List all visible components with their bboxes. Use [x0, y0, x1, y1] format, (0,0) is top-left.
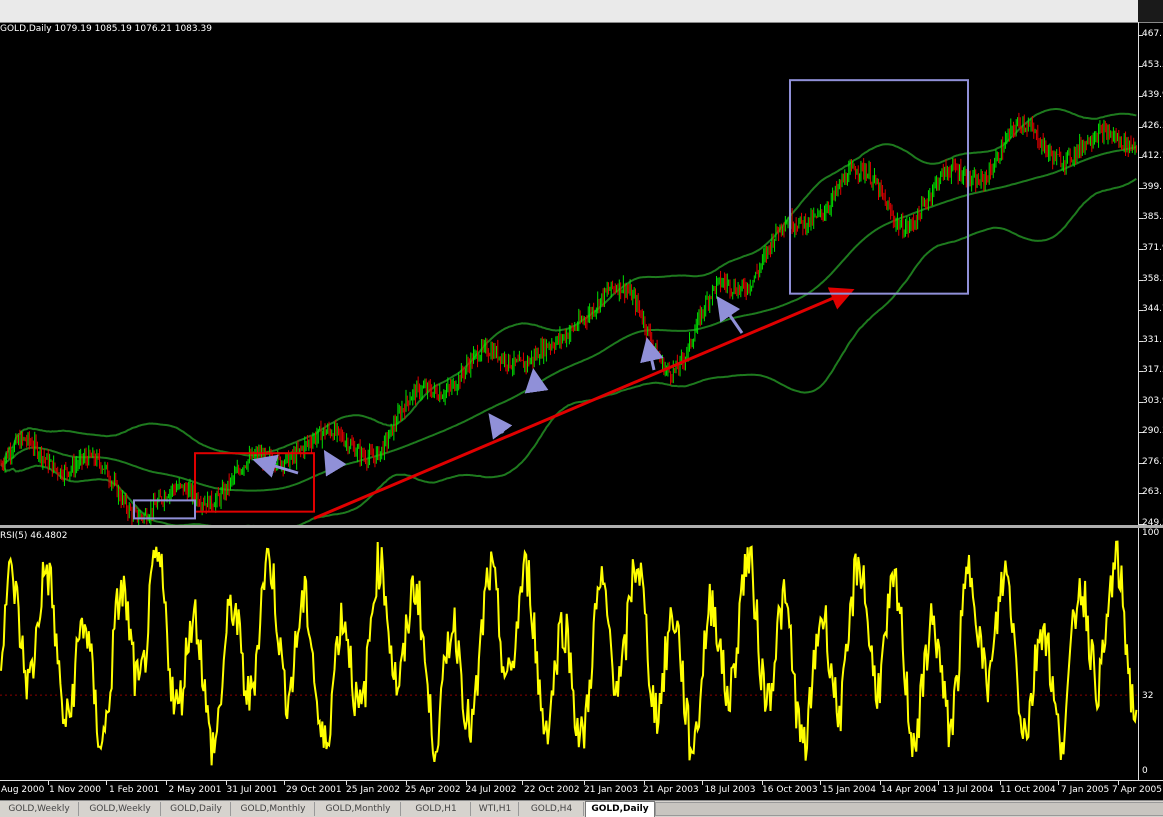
price-axis-label: 358.3	[1142, 273, 1163, 284]
price-axis-label: 303.9	[1142, 395, 1163, 406]
price-axis-label: 439.9	[1142, 90, 1163, 101]
time-axis-label: 31 Jul 2001	[226, 785, 278, 795]
chart-tab[interactable]: GOLD,H1	[402, 802, 471, 816]
time-axis-label: 7 Jan 2005	[1061, 785, 1110, 795]
rsi-axis[interactable]: 100 32 0	[1138, 528, 1163, 780]
rsi-axis-label: 0	[1142, 766, 1148, 776]
time-axis-label: 21 Apr 2003	[643, 785, 699, 795]
price-axis-label: 371.9	[1142, 242, 1163, 253]
chart-tab[interactable]: GOLD,Weekly	[0, 802, 79, 816]
time-axis-label: 7 Apr 2005	[1112, 785, 1162, 795]
time-axis-label: 25 Apr 2002	[405, 785, 461, 795]
time-axis-label: 29 Oct 2001	[286, 785, 342, 795]
time-axis-label: 25 Jan 2002	[346, 785, 400, 795]
time-axis-tick	[284, 781, 285, 785]
time-axis-label: 2 May 2001	[168, 785, 222, 795]
horizontal-scrollbar[interactable]	[655, 802, 1163, 816]
lower-band-line	[0, 178, 1137, 525]
chart-info-text: GOLD,Daily 1079.19 1085.19 1076.21 1083.…	[0, 24, 212, 34]
rsi-axis-label: 32	[1142, 691, 1154, 701]
rsi-info-text: RSI(5) 46.4802	[0, 531, 68, 541]
price-axis-label: 263.1	[1142, 487, 1163, 498]
price-axis-label: 467.1	[1142, 29, 1163, 39]
pointer-arrow	[524, 368, 549, 394]
price-axis-label: 331.1	[1142, 334, 1163, 345]
price-axis-label: 385.5	[1142, 212, 1163, 223]
time-axis[interactable]: Aug 2000 1 Nov 2000 1 Feb 2001 2 May 2001 31…	[0, 780, 1163, 801]
time-axis-tick	[820, 781, 821, 785]
pointer-arrow	[323, 449, 347, 477]
middle-band-line	[0, 146, 1137, 492]
chart-tab[interactable]: GOLD,Daily	[585, 801, 655, 817]
time-axis-label: 1 Nov 2000	[49, 785, 101, 795]
chart-tab[interactable]: GOLD,H4	[520, 802, 584, 816]
rsi-line	[0, 540, 1138, 766]
chart-tab[interactable]: GOLD,Daily	[162, 802, 231, 816]
candles	[0, 112, 1137, 525]
time-axis-tick	[1058, 781, 1059, 785]
pointer-arrow	[488, 413, 513, 440]
rsi-chart	[0, 540, 1138, 766]
price-axis-label: 426.3	[1142, 120, 1163, 131]
time-axis-label: 22 Oct 2002	[524, 785, 580, 795]
chart-tab[interactable]: WTI,H1	[472, 802, 519, 816]
price-chart-panel[interactable]	[0, 22, 1138, 525]
time-axis-tick	[522, 781, 523, 785]
time-axis-label: 1 Feb 2001	[109, 785, 160, 795]
price-axis-label: 290.3	[1142, 426, 1163, 437]
time-axis-tick	[166, 781, 167, 785]
chart-tab[interactable]: GOLD,Monthly	[316, 802, 401, 816]
price-axis-label: 317.5	[1142, 365, 1163, 376]
trend-arrow	[313, 287, 855, 520]
time-axis-label: 16 Oct 2003	[762, 785, 818, 795]
chart-tab[interactable]: GOLD,Monthly	[232, 802, 315, 816]
window-title-bar	[0, 0, 1163, 23]
price-chart	[0, 79, 1137, 525]
price-axis-label: 276.7	[1142, 456, 1163, 467]
title-bar-corner	[1138, 0, 1163, 22]
time-axis-tick	[938, 781, 939, 785]
time-axis-tick	[702, 781, 703, 785]
time-axis-label: 14 Apr 2004	[881, 785, 937, 795]
price-axis-label: 399.1	[1142, 181, 1163, 192]
time-axis-label: 21 Jan 2003	[584, 785, 638, 795]
time-axis-tick	[106, 781, 107, 785]
time-axis-label: 11 Oct 2004	[1000, 785, 1056, 795]
time-axis-label: 13 Jul 2004	[942, 785, 994, 795]
price-axis-label: 344.7	[1142, 304, 1163, 315]
annotations	[133, 79, 969, 520]
time-axis-label: 18 Jul 2003	[704, 785, 756, 795]
rsi-panel[interactable]	[0, 528, 1138, 780]
time-axis-label: 15 Jan 2004	[822, 785, 876, 795]
price-axis-label: 453.5	[1142, 59, 1163, 70]
chart-tab[interactable]: GOLD,Weekly	[80, 802, 161, 816]
price-axis-label: 412.7	[1142, 151, 1163, 162]
rsi-axis-label: 100	[1142, 528, 1160, 538]
time-axis-label: 24 Jul 2002	[465, 785, 517, 795]
price-axis-label: 249.5	[1142, 518, 1163, 525]
time-axis-label: Aug 2000	[1, 785, 45, 795]
price-axis[interactable]: 467.1 453.5 439.9 426.3 412.7 399.1 385.5 371.9…	[1138, 22, 1163, 525]
